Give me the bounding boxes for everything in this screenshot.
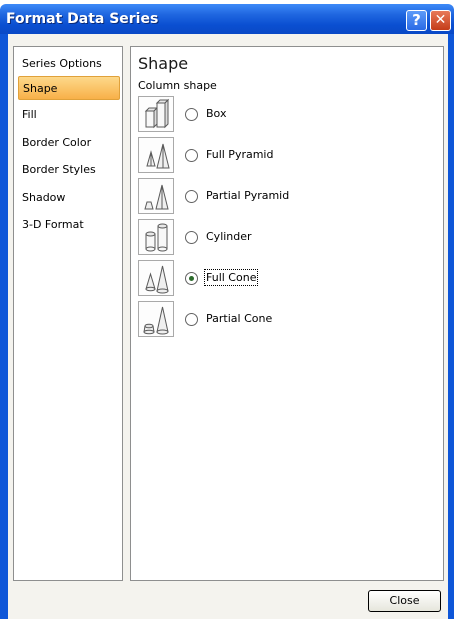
help-icon[interactable]: ? (406, 10, 427, 31)
box-radio[interactable] (185, 108, 198, 121)
partial-cone-radio[interactable] (185, 313, 198, 326)
nav-item-3d-format[interactable]: 3-D Format (18, 213, 120, 237)
nav-item-fill[interactable]: Fill (18, 103, 120, 127)
nav-item-border-styles[interactable]: Border Styles (18, 158, 120, 182)
window-frame-right (448, 34, 454, 619)
full-pyramid-icon (138, 137, 174, 173)
nav-item-shape[interactable]: Shape (18, 76, 120, 100)
cylinder-radio[interactable] (185, 231, 198, 244)
partial-cone-label[interactable]: Partial Cone (206, 312, 272, 325)
radio-selected-dot (189, 276, 194, 281)
window-frame-left (0, 34, 8, 619)
column-shape-label: Column shape (138, 79, 217, 92)
box-icon (138, 96, 174, 132)
dialog-title: Format Data Series (6, 11, 159, 27)
nav-item-shadow[interactable]: Shadow (18, 186, 120, 210)
partial-pyramid-label[interactable]: Partial Pyramid (206, 189, 289, 202)
partial-pyramid-icon (138, 178, 174, 214)
partial-cone-icon (138, 301, 174, 337)
nav-item-border-color[interactable]: Border Color (18, 131, 120, 155)
full-pyramid-radio[interactable] (185, 149, 198, 162)
full-cone-radio[interactable] (185, 272, 198, 285)
close-icon[interactable]: ✕ (430, 10, 451, 31)
full-cone-label[interactable]: Full Cone (203, 269, 259, 286)
category-list: Series Options Shape Fill Border Color B… (13, 46, 123, 581)
title-bar[interactable]: Format Data Series ? ✕ (0, 4, 454, 34)
nav-item-series-options[interactable]: Series Options (18, 52, 120, 76)
format-data-series-dialog: Format Data Series ? ✕ Series Options Sh… (0, 0, 454, 619)
partial-pyramid-radio[interactable] (185, 190, 198, 203)
full-cone-icon (138, 260, 174, 296)
cylinder-label[interactable]: Cylinder (206, 230, 252, 243)
section-title: Shape (138, 54, 189, 73)
cylinder-icon (138, 219, 174, 255)
content-panel (130, 46, 444, 581)
close-button[interactable]: Close (368, 590, 441, 612)
box-label[interactable]: Box (206, 107, 226, 120)
full-pyramid-label[interactable]: Full Pyramid (206, 148, 273, 161)
